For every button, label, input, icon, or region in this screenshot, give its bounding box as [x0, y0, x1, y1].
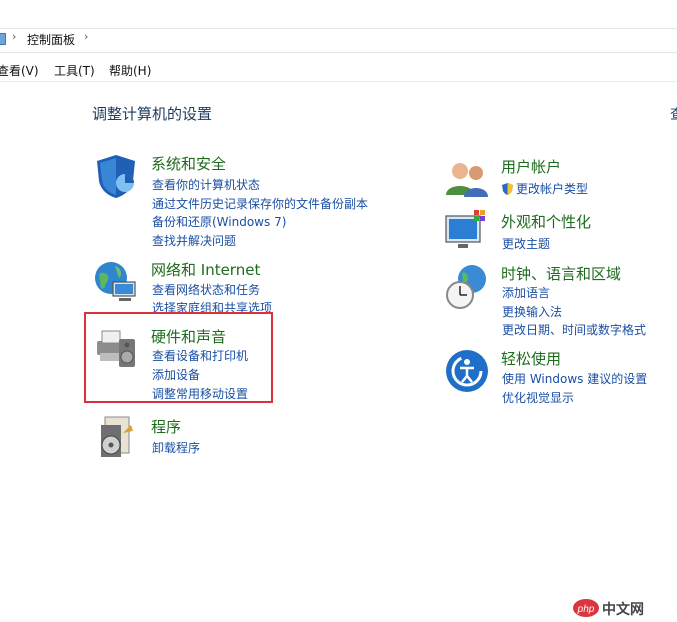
- category-title-network[interactable]: 网络和 Internet: [151, 259, 260, 280]
- link-change-theme[interactable]: 更改主题: [502, 235, 550, 252]
- network-globe-icon[interactable]: [93, 258, 139, 304]
- link-date-time-format[interactable]: 更改日期、时间或数字格式: [502, 321, 646, 338]
- link-mobility-settings[interactable]: 调整常用移动设置: [152, 385, 248, 402]
- link-uninstall-program[interactable]: 卸载程序: [152, 439, 200, 456]
- link-network-status[interactable]: 查看网络状态和任务: [152, 281, 260, 298]
- breadcrumb-chevron-icon[interactable]: ›: [84, 30, 88, 43]
- link-add-language[interactable]: 添加语言: [502, 284, 550, 301]
- link-file-history[interactable]: 通过文件历史记录保存你的文件备份副本: [152, 195, 368, 212]
- link-troubleshoot[interactable]: 查找并解决问题: [152, 232, 236, 249]
- page-title: 调整计算机的设置: [92, 105, 213, 123]
- category-title-appearance[interactable]: 外观和个性化: [501, 211, 591, 232]
- link-devices-printers[interactable]: 查看设备和打印机: [152, 347, 248, 364]
- display-palette-icon[interactable]: [444, 210, 490, 256]
- shield-icon[interactable]: [93, 153, 139, 199]
- category-title-system-security[interactable]: 系统和安全: [151, 153, 226, 174]
- users-icon[interactable]: [444, 157, 490, 203]
- link-optimize-visual-display[interactable]: 优化视觉显示: [502, 389, 574, 406]
- category-title-ease-of-access[interactable]: 轻松使用: [501, 348, 561, 369]
- address-bar-divider: [0, 28, 677, 29]
- category-title-user-accounts[interactable]: 用户帐户: [501, 156, 561, 177]
- clock-globe-icon[interactable]: [444, 263, 490, 309]
- watermark-text: 中文网: [602, 602, 644, 618]
- breadcrumb-separator-icon[interactable]: ›: [12, 30, 16, 43]
- link-change-account-type-label[interactable]: 更改帐户类型: [516, 182, 588, 196]
- breadcrumb-control-panel[interactable]: 控制面板: [27, 31, 75, 48]
- link-change-account-type[interactable]: 更改帐户类型: [502, 180, 588, 197]
- view-by-label: 查: [670, 104, 677, 124]
- category-title-programs[interactable]: 程序: [151, 416, 181, 437]
- control-panel-icon: [0, 33, 6, 45]
- link-add-device[interactable]: 添加设备: [152, 366, 200, 383]
- menu-view[interactable]: 查看(V): [0, 62, 39, 79]
- php-watermark: php 中文网: [572, 598, 644, 618]
- link-change-input-method[interactable]: 更换输入法: [502, 303, 562, 320]
- uac-shield-icon: [502, 183, 513, 195]
- category-title-clock-language-region[interactable]: 时钟、语言和区域: [501, 263, 621, 284]
- php-logo-icon: php: [573, 599, 599, 617]
- link-backup-restore[interactable]: 备份和还原(Windows 7): [152, 213, 286, 230]
- programs-disc-icon[interactable]: [93, 415, 139, 461]
- category-title-hardware-sound[interactable]: 硬件和声音: [151, 326, 226, 347]
- php-logo-text: php: [577, 604, 595, 615]
- menu-bar: 查看(V) 工具(T) 帮助(H): [0, 53, 677, 82]
- ease-of-access-icon[interactable]: [444, 348, 490, 394]
- menu-tools[interactable]: 工具(T): [54, 62, 95, 79]
- address-bar: › 控制面板 ›: [0, 0, 677, 53]
- menu-help[interactable]: 帮助(H): [109, 62, 151, 79]
- link-recommended-settings[interactable]: 使用 Windows 建议的设置: [502, 370, 647, 387]
- link-view-computer-status[interactable]: 查看你的计算机状态: [152, 176, 260, 193]
